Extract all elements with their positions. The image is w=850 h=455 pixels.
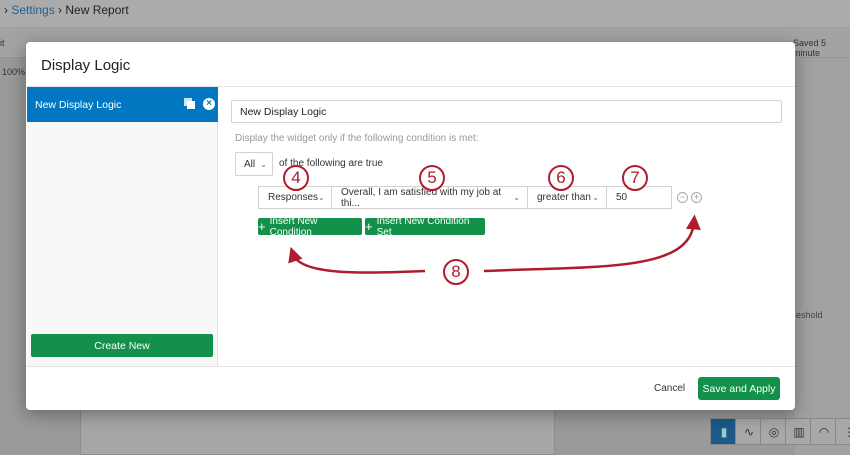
- annotation-7: 7: [622, 165, 648, 191]
- annotation-6: 6: [548, 165, 574, 191]
- annotation-arrows: [288, 214, 701, 274]
- arrow-to-add-icon: [483, 214, 701, 273]
- annotation-4: 4: [283, 165, 309, 191]
- annotation-8: 8: [443, 259, 469, 285]
- annotation-5: 5: [419, 165, 445, 191]
- arrow-to-insert-condition: [288, 246, 426, 274]
